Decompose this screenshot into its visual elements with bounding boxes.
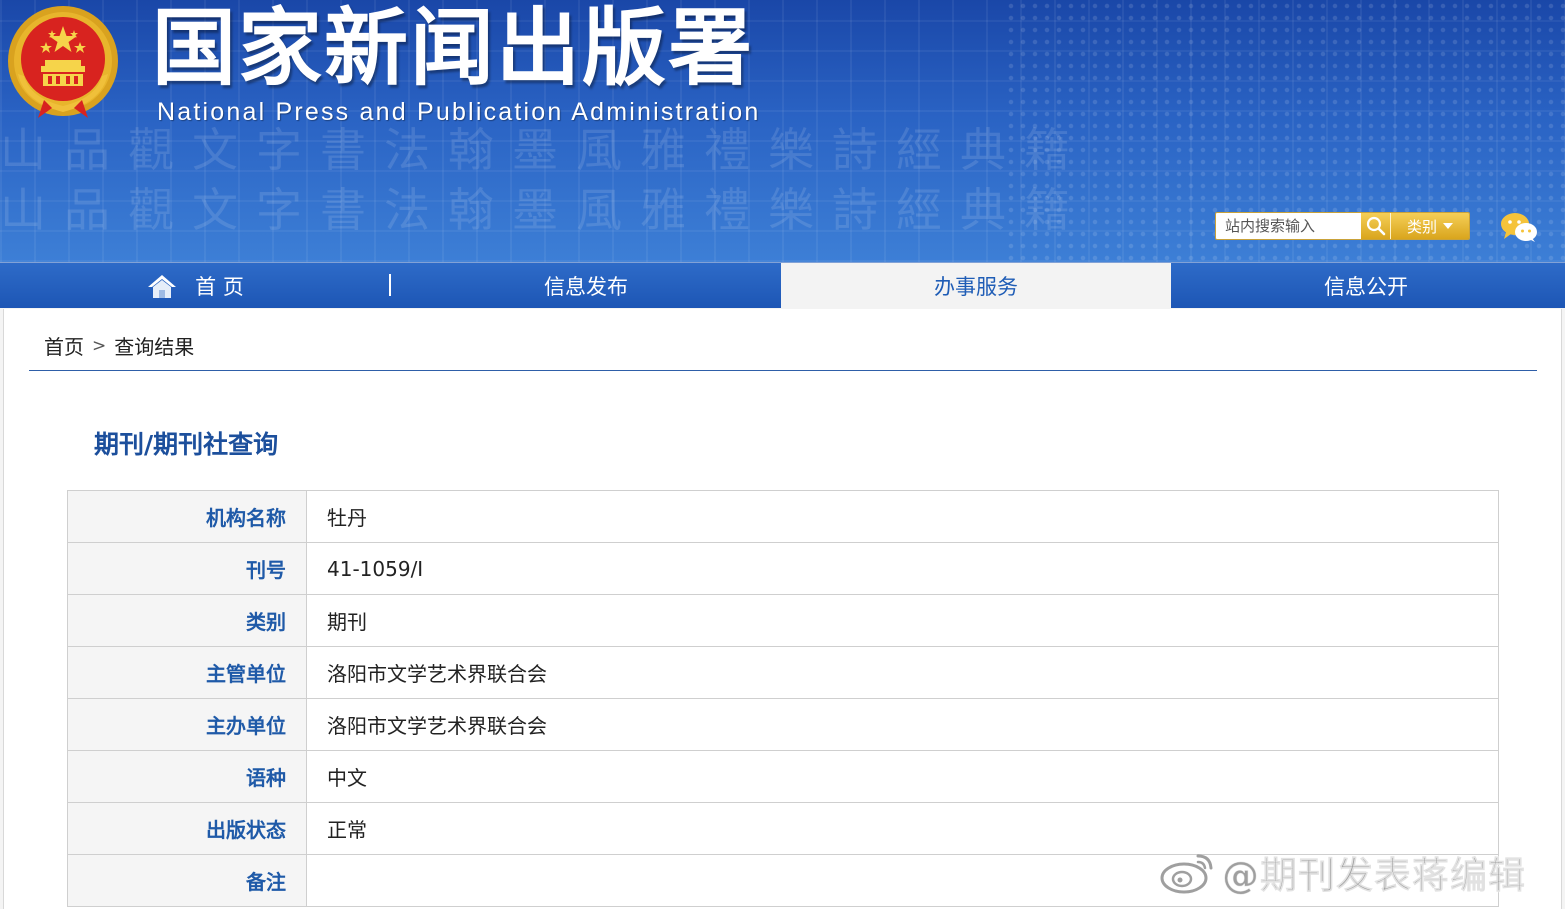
row-label: 出版状态 bbox=[67, 802, 307, 855]
row-value: 洛阳市文学艺术界联合会 bbox=[306, 646, 1499, 699]
row-label: 主办单位 bbox=[67, 698, 307, 751]
nav-item-info-disclosure[interactable]: 信息公开 bbox=[1171, 263, 1561, 309]
weibo-icon bbox=[1160, 854, 1213, 894]
row-label: 机构名称 bbox=[67, 490, 307, 543]
site-search: 类别 bbox=[1215, 212, 1470, 240]
row-label: 类别 bbox=[67, 594, 307, 647]
page-title: 期刊/期刊社查询 bbox=[94, 430, 279, 459]
table-row: 主管单位 洛阳市文学艺术界联合会 bbox=[67, 646, 1499, 699]
table-row: 机构名称 牡丹 bbox=[67, 490, 1499, 543]
row-value: 牡丹 bbox=[306, 490, 1499, 543]
table-row: 主办单位 洛阳市文学艺术界联合会 bbox=[67, 698, 1499, 751]
breadcrumb-separator: > bbox=[92, 335, 107, 356]
weibo-watermark: @期刊发表蒋编辑 bbox=[1158, 845, 1526, 899]
search-icon bbox=[1366, 216, 1385, 236]
nav-item-info-release[interactable]: 信息发布 bbox=[391, 263, 781, 309]
site-subtitle: National Press and Publication Administr… bbox=[157, 98, 761, 126]
national-emblem-icon[interactable] bbox=[4, 4, 122, 122]
nav-item-label: 信息公开 bbox=[1324, 275, 1408, 299]
row-label: 语种 bbox=[67, 750, 307, 803]
table-row: 语种 中文 bbox=[67, 750, 1499, 803]
wechat-icon[interactable] bbox=[1500, 211, 1538, 243]
main-nav: 首 页 信息发布 办事服务 信息公开 bbox=[0, 262, 1565, 309]
breadcrumb-divider bbox=[29, 370, 1537, 371]
search-input[interactable] bbox=[1216, 213, 1361, 239]
watermark-text: @期刊发表蒋编辑 bbox=[1222, 854, 1526, 898]
site-title[interactable]: 国家新闻出版署 bbox=[152, 0, 754, 96]
row-value: 洛阳市文学艺术界联合会 bbox=[306, 698, 1499, 751]
row-value: 41-1059/I bbox=[306, 542, 1499, 595]
table-row: 类别 期刊 bbox=[67, 594, 1499, 647]
nav-item-label: 信息发布 bbox=[544, 275, 628, 299]
nav-item-services[interactable]: 办事服务 bbox=[781, 263, 1171, 309]
row-label: 备注 bbox=[67, 854, 307, 907]
nav-item-home[interactable]: 首 页 bbox=[0, 263, 391, 309]
nav-item-label: 首 页 bbox=[195, 275, 244, 299]
category-dropdown[interactable]: 类别 bbox=[1391, 213, 1469, 239]
main-content: 首页 > 查询结果 期刊/期刊社查询 机构名称 牡丹 刊号 41-1059/I … bbox=[3, 309, 1562, 909]
breadcrumb-home-link[interactable]: 首页 bbox=[44, 331, 84, 360]
nav-item-label: 办事服务 bbox=[934, 275, 1018, 299]
breadcrumb-current: 查询结果 bbox=[114, 335, 195, 359]
row-value: 中文 bbox=[306, 750, 1499, 803]
category-label: 类别 bbox=[1406, 217, 1437, 236]
row-label: 刊号 bbox=[67, 542, 307, 595]
chevron-down-icon bbox=[1443, 223, 1453, 229]
banner-calligraphy-background: 山品觀文字書法翰墨風雅禮樂詩經典籍 山品觀文字書法翰墨風雅禮樂詩經典籍 bbox=[0, 123, 1088, 237]
search-button[interactable] bbox=[1361, 213, 1391, 239]
row-value: 期刊 bbox=[306, 594, 1499, 647]
breadcrumb: 首页 > 查询结果 bbox=[44, 331, 194, 360]
row-label: 主管单位 bbox=[67, 646, 307, 699]
home-icon bbox=[148, 275, 177, 298]
header-banner: 山品觀文字書法翰墨風雅禮樂詩經典籍 山品觀文字書法翰墨風雅禮樂詩經典籍 国家新闻… bbox=[0, 0, 1565, 262]
table-row: 刊号 41-1059/I bbox=[67, 542, 1499, 595]
